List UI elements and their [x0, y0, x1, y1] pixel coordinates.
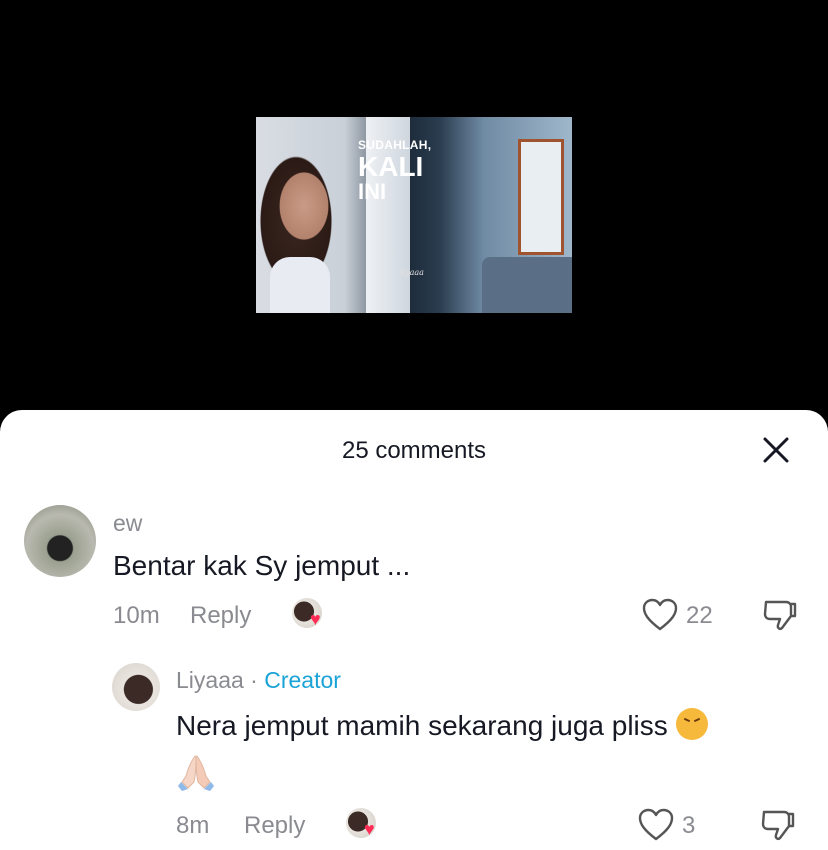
comment-time: 10m: [113, 602, 160, 629]
sofa-graphic: [482, 257, 572, 313]
comments-sheet: 25 comments ew Bentar kak Sy jemput ... …: [0, 410, 828, 850]
creator-badge: Creator: [264, 667, 341, 693]
like-count: 22: [686, 602, 713, 629]
username-text: Liyaaa: [176, 667, 244, 693]
comment-reply-item: Liyaaa · Creator Nera jemput mamih sekar…: [0, 650, 828, 850]
video-caption-overlay: SUDAHLAH, KALI INI: [358, 139, 431, 203]
shirt-graphic: [270, 257, 330, 313]
thumbs-down-icon[interactable]: [760, 808, 796, 842]
overlay-line-2: KALI: [358, 151, 424, 182]
video-watermark: liyaaa: [400, 268, 424, 277]
heart-icon: ♥: [364, 819, 375, 839]
comment-item: ew Bentar kak Sy jemput ... 10m Reply ♥ …: [0, 410, 828, 632]
overlay-line-1: SUDAHLAH,: [358, 138, 432, 152]
comment-text: Bentar kak Sy jemput ...: [113, 550, 411, 581]
comment-text-line: Nera jemput mamih sekarang juga pliss: [176, 710, 668, 741]
comment-username[interactable]: ew: [113, 510, 142, 537]
thumbs-down-icon[interactable]: [762, 598, 798, 632]
username-separator: ·: [243, 667, 265, 693]
heart-icon[interactable]: [638, 808, 674, 842]
creator-liked-badge: ♥: [292, 598, 332, 634]
creator-liked-badge: ♥: [346, 808, 386, 844]
avatar[interactable]: [24, 505, 96, 577]
window-graphic: [518, 139, 564, 255]
confounded-face-emoji: [675, 708, 708, 740]
heart-icon: ♥: [310, 609, 321, 629]
reply-button[interactable]: Reply: [190, 602, 251, 630]
like-count: 3: [682, 812, 696, 839]
folded-hands-emoji: [176, 752, 216, 792]
heart-icon[interactable]: [642, 598, 678, 632]
comment-username[interactable]: Liyaaa · Creator: [176, 667, 341, 694]
avatar[interactable]: [112, 663, 160, 711]
comment-text: Nera jemput mamih sekarang juga pliss: [176, 708, 708, 742]
reply-button[interactable]: Reply: [244, 812, 305, 840]
comment-time: 8m: [176, 812, 210, 839]
video-frame[interactable]: SUDAHLAH, KALI INI liyaaa: [256, 117, 572, 313]
overlay-line-3: INI: [358, 179, 387, 204]
video-player[interactable]: SUDAHLAH, KALI INI liyaaa: [0, 0, 828, 420]
